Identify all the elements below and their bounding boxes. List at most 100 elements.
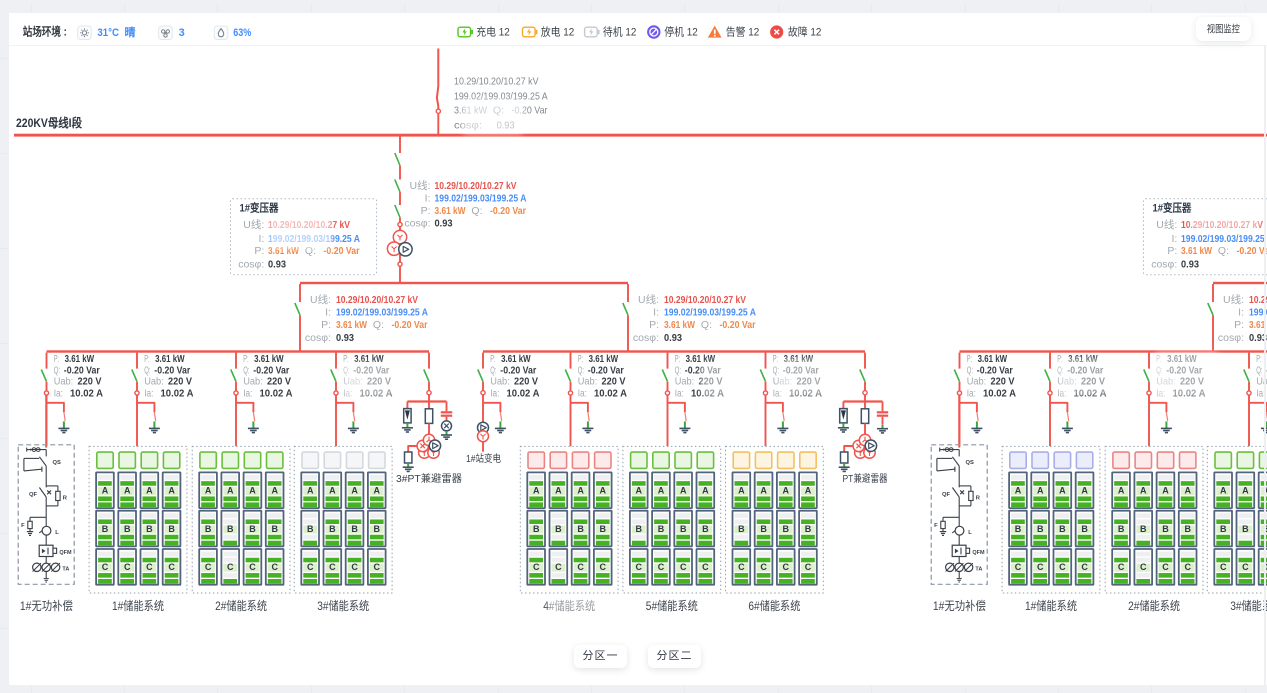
- svg-text:U线:: U线:: [243, 218, 264, 231]
- svg-text:Uab:: Uab:: [144, 377, 164, 388]
- svg-text:0.93: 0.93: [268, 259, 286, 271]
- svg-text:B: B: [680, 524, 687, 534]
- svg-text:U线:: U线:: [1223, 293, 1244, 306]
- svg-text:I:: I:: [258, 233, 264, 245]
- svg-text:1#无功补偿: 1#无功补偿: [20, 598, 73, 613]
- svg-text:B: B: [702, 524, 709, 534]
- svg-text:P:: P:: [967, 354, 972, 365]
- svg-text:Q:: Q:: [773, 366, 779, 377]
- svg-text:B: B: [555, 524, 562, 534]
- svg-text:B: B: [374, 524, 381, 534]
- svg-text:P:: P:: [773, 354, 778, 365]
- svg-text:A: A: [329, 486, 336, 496]
- svg-text:1#储能系统: 1#储能系统: [1025, 598, 1077, 613]
- svg-text:A: A: [577, 486, 584, 496]
- svg-text:告警 12: 告警 12: [726, 25, 760, 39]
- svg-text:QF: QF: [942, 492, 951, 498]
- svg-text:待机 12: 待机 12: [603, 25, 637, 39]
- svg-text:I:: I:: [653, 307, 659, 319]
- svg-text:1#储能系统: 1#储能系统: [112, 598, 164, 613]
- svg-text:A: A: [146, 486, 153, 496]
- svg-text:3.61 kW: 3.61 kW: [589, 354, 619, 365]
- svg-text:站场环境 :: 站场环境 :: [23, 25, 67, 39]
- svg-text:3.61 kW: 3.61 kW: [501, 354, 531, 365]
- svg-text:C: C: [1140, 562, 1147, 572]
- svg-text:A: A: [102, 486, 109, 496]
- svg-text:1#站变电: 1#站变电: [466, 452, 501, 465]
- svg-text:A: A: [1059, 486, 1066, 496]
- svg-text:P:: P:: [1256, 354, 1261, 365]
- svg-text:P:: P:: [421, 205, 431, 217]
- svg-text:A: A: [1242, 486, 1249, 496]
- svg-text:B: B: [805, 524, 812, 534]
- svg-text:cosφ:: cosφ:: [1151, 259, 1177, 271]
- svg-text:10.02 A: 10.02 A: [594, 388, 627, 399]
- svg-text:R: R: [976, 495, 981, 501]
- svg-text:1#变压器: 1#变压器: [240, 201, 280, 215]
- svg-text:Ia:: Ia:: [675, 388, 684, 399]
- svg-text:A: A: [271, 486, 278, 496]
- svg-text:1#无功补偿: 1#无功补偿: [933, 598, 986, 613]
- svg-text:B: B: [351, 524, 358, 534]
- svg-text:A: A: [600, 486, 607, 496]
- svg-text:10.29/10.20/10.27 kV: 10.29/10.20/10.27 kV: [435, 180, 517, 192]
- svg-text:B: B: [1242, 524, 1249, 534]
- svg-text:P:: P:: [578, 354, 583, 365]
- svg-text:Q:: Q:: [675, 366, 681, 377]
- svg-text:Q:: Q:: [967, 366, 973, 377]
- svg-text:I:: I:: [1171, 233, 1177, 245]
- svg-text:故障 12: 故障 12: [788, 25, 822, 39]
- svg-text:I:: I:: [1238, 307, 1244, 319]
- svg-text:Uab:: Uab:: [54, 377, 73, 388]
- svg-text:C: C: [760, 562, 767, 572]
- svg-text:10.02 A: 10.02 A: [70, 388, 103, 399]
- svg-text:-0.20 Var: -0.20 Var: [720, 319, 756, 331]
- svg-text:cosφ:: cosφ:: [238, 259, 264, 271]
- svg-text:C: C: [249, 562, 256, 572]
- svg-text:P:: P:: [144, 354, 149, 365]
- svg-text:I:: I:: [325, 307, 331, 319]
- svg-text:Q:: Q:: [490, 366, 496, 377]
- svg-text:cosφ:: cosφ:: [633, 332, 659, 344]
- svg-text:220 V: 220 V: [78, 377, 102, 388]
- svg-text:cosφ:: cosφ:: [305, 332, 331, 344]
- svg-text:B: B: [271, 524, 278, 534]
- svg-text:C: C: [577, 562, 584, 572]
- svg-text:3#储能系统: 3#储能系统: [1230, 598, 1267, 613]
- svg-text:0.93: 0.93: [1181, 259, 1199, 271]
- svg-text:B: B: [307, 524, 314, 534]
- svg-text:B: B: [533, 524, 540, 534]
- svg-text:QFM: QFM: [59, 550, 72, 556]
- svg-text:A: A: [351, 486, 358, 496]
- svg-text:B: B: [636, 524, 643, 534]
- svg-text:C: C: [658, 562, 665, 572]
- svg-text:P:: P:: [243, 354, 248, 365]
- svg-text:C: C: [307, 562, 314, 572]
- svg-text:10.29/10.20/10.27 kV: 10.29/10.20/10.27 kV: [454, 76, 539, 88]
- svg-text:10.02 A: 10.02 A: [507, 388, 540, 399]
- svg-text:B: B: [1162, 524, 1169, 534]
- svg-text:A: A: [1220, 486, 1227, 496]
- svg-text:-0.20 Var: -0.20 Var: [977, 366, 1013, 377]
- svg-text:B: B: [227, 524, 234, 534]
- svg-text:P:: P:: [649, 319, 659, 331]
- svg-text:C: C: [1184, 562, 1191, 572]
- svg-text:P:: P:: [1167, 245, 1177, 257]
- svg-text:A: A: [307, 486, 314, 496]
- svg-text:B: B: [1184, 524, 1191, 534]
- svg-text:10.02 A: 10.02 A: [983, 388, 1016, 399]
- svg-text:3.61 kW: 3.61 kW: [664, 319, 695, 331]
- svg-text:C: C: [271, 562, 278, 572]
- svg-text:3.61 kW: 3.61 kW: [1181, 245, 1212, 257]
- svg-text:C: C: [805, 562, 812, 572]
- svg-text:Q:: Q:: [701, 319, 712, 331]
- svg-text:3.61 kW: 3.61 kW: [336, 319, 367, 331]
- svg-text:Q:: Q:: [1256, 366, 1262, 377]
- svg-text:63%: 63%: [233, 27, 251, 39]
- svg-text:B: B: [600, 524, 607, 534]
- svg-text:C: C: [1220, 562, 1227, 572]
- svg-text:A: A: [168, 486, 175, 496]
- svg-text:B: B: [329, 524, 336, 534]
- svg-text:P:: P:: [675, 354, 680, 365]
- svg-text:1#变压器: 1#变压器: [1153, 201, 1193, 215]
